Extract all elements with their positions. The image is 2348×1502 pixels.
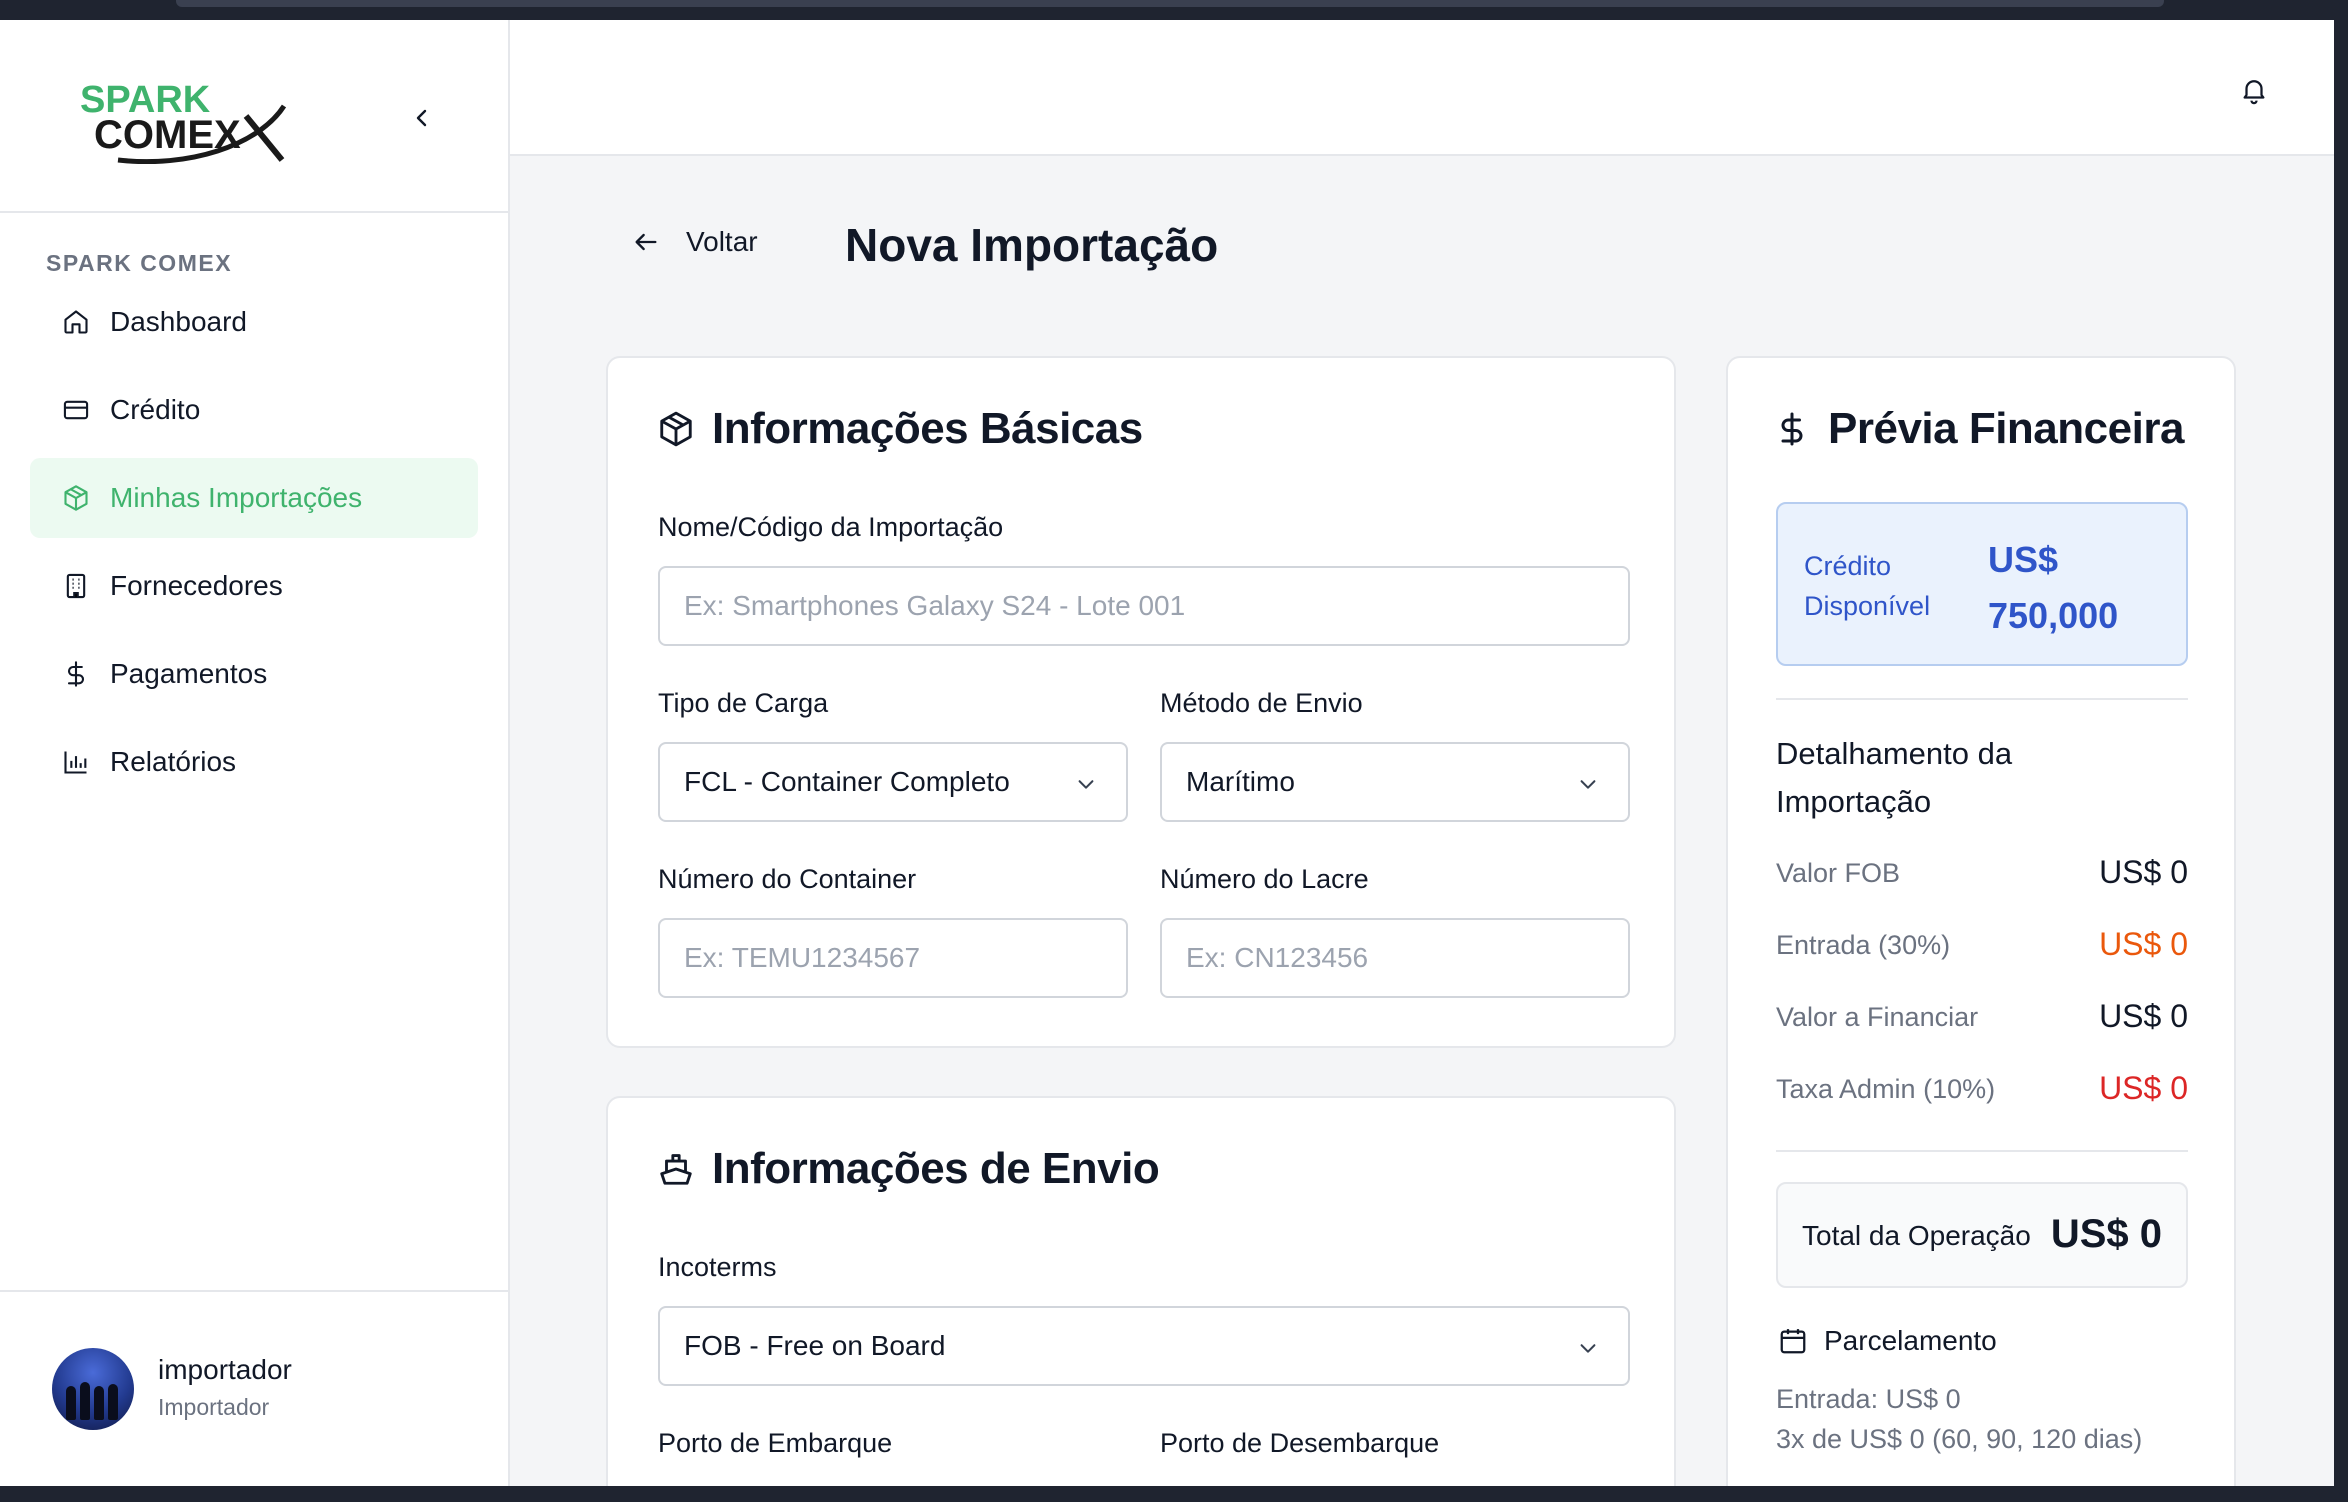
import-name-label: Nome/Código da Importação: [658, 512, 1004, 542]
row-label: Valor FOB: [1776, 858, 1901, 888]
sidebar: SPARK COMEX SPARK COMEX Dashboard Crédit…: [0, 20, 510, 1486]
port-origin-label: Porto de Embarque: [658, 1428, 893, 1458]
operation-total-box: Total da Operação US$ 0: [1776, 1182, 2188, 1288]
available-credit-label: Crédito Disponível: [1804, 551, 1931, 621]
divider: [1776, 698, 2188, 700]
collapse-sidebar-button[interactable]: [402, 98, 442, 138]
back-button[interactable]: Voltar: [630, 226, 758, 258]
sidebar-item-label: Crédito: [110, 394, 201, 425]
basic-info-title-text: Informações Básicas: [712, 404, 1143, 453]
installments-title-text: Parcelamento: [1824, 1325, 1997, 1356]
admin-fee-row: Taxa Admin (10%) US$ 0: [1776, 1070, 2188, 1110]
import-detail-title: Detalhamento da Importação: [1776, 736, 2013, 819]
installments-title: Parcelamento: [1776, 1324, 1997, 1358]
incoterms-value: FOB - Free on Board: [684, 1330, 946, 1361]
sidebar-header: SPARK COMEX: [0, 20, 508, 213]
home-icon: [60, 306, 92, 338]
available-credit-box: Crédito Disponível US$ 750,000: [1776, 502, 2188, 666]
cargo-type-select[interactable]: FCL - Container Completo: [658, 742, 1128, 822]
shipping-info-card: Informações de Envio Incoterms FOB - Fre…: [606, 1096, 1676, 1502]
browser-top-strip: [0, 0, 2348, 20]
calendar-icon: [1776, 1324, 1810, 1358]
package-icon: [656, 409, 696, 449]
notifications-button[interactable]: [2234, 70, 2274, 110]
installments-schedule: 3x de US$ 0 (60, 90, 120 dias): [1776, 1424, 2143, 1454]
row-value: US$ 0: [2099, 998, 2188, 1034]
sidebar-item-label: Dashboard: [110, 306, 247, 337]
dollar-icon: [1772, 409, 1812, 449]
arrow-left-icon: [630, 226, 662, 258]
sidebar-item-relatorios[interactable]: Relatórios: [30, 722, 478, 802]
cargo-type-label: Tipo de Carga: [658, 688, 829, 718]
chevron-left-icon: [416, 109, 427, 127]
avatar[interactable]: [52, 1348, 134, 1430]
chevron-down-icon: [1574, 1334, 1602, 1362]
sidebar-section-label: SPARK COMEX: [46, 250, 233, 276]
container-number-label: Número do Container: [658, 864, 917, 894]
installments-down-payment: Entrada: US$ 0: [1776, 1384, 1961, 1414]
down-payment-row: Entrada (30%) US$ 0: [1776, 926, 2188, 966]
row-value: US$ 0: [2099, 926, 2188, 962]
window-right-frame: [2334, 0, 2348, 1502]
row-label: Valor a Financiar: [1776, 1002, 1979, 1032]
sidebar-item-label: Pagamentos: [110, 658, 268, 689]
port-destination-label: Porto de Desembarque: [1160, 1428, 1440, 1458]
sidebar-item-label: Fornecedores: [110, 570, 283, 601]
financial-preview-title-text: Prévia Financeira: [1828, 404, 2184, 453]
browser-tab-bar: [176, 0, 2164, 7]
page-title: Nova Importação: [845, 219, 1219, 271]
dollar-icon: [60, 658, 92, 690]
user-profile[interactable]: importador Importador: [0, 1290, 510, 1486]
cargo-type-value: FCL - Container Completo: [684, 766, 1010, 797]
shipping-method-label: Método de Envio: [1160, 688, 1363, 718]
sidebar-item-credito[interactable]: Crédito: [30, 370, 478, 450]
back-label: Voltar: [686, 226, 758, 257]
operation-total-value: US$ 0: [2050, 1212, 2162, 1256]
topbar: [510, 20, 2334, 156]
available-credit-value: US$ 750,000: [1988, 539, 2119, 636]
container-number-input[interactable]: [658, 918, 1128, 998]
sidebar-item-pagamentos[interactable]: Pagamentos: [30, 634, 478, 714]
bar-chart-icon: [60, 746, 92, 778]
incoterms-label: Incoterms: [658, 1252, 777, 1282]
chevron-down-icon: [1574, 770, 1602, 798]
chevron-down-icon: [1072, 770, 1100, 798]
sidebar-item-fornecedores[interactable]: Fornecedores: [30, 546, 478, 626]
financial-preview-title: Prévia Financeira: [1772, 404, 2184, 454]
sidebar-item-dashboard[interactable]: Dashboard: [30, 282, 478, 362]
financial-preview-card: Prévia Financeira Crédito Disponível US$…: [1726, 356, 2236, 1502]
shipping-method-value: Marítimo: [1186, 766, 1295, 797]
shipping-info-title: Informações de Envio: [656, 1144, 1160, 1194]
user-name: importador: [158, 1354, 292, 1385]
package-icon: [60, 482, 92, 514]
bell-icon: [2243, 80, 2265, 105]
ship-icon: [656, 1149, 696, 1189]
basic-info-card: Informações Básicas Nome/Código da Impor…: [606, 356, 1676, 1048]
credit-card-icon: [60, 394, 92, 426]
import-name-input[interactable]: [658, 566, 1630, 646]
row-value: US$ 0: [2099, 1070, 2188, 1106]
row-label: Entrada (30%): [1776, 930, 1951, 960]
shipping-info-title-text: Informações de Envio: [712, 1144, 1160, 1193]
operation-total-label: Total da Operação: [1802, 1220, 2031, 1251]
divider: [1776, 1150, 2188, 1152]
basic-info-title: Informações Básicas: [656, 404, 1143, 454]
sidebar-item-label: Relatórios: [110, 746, 237, 777]
incoterms-select[interactable]: FOB - Free on Board: [658, 1306, 1630, 1386]
row-value: US$ 0: [2099, 854, 2188, 890]
building-icon: [60, 570, 92, 602]
seal-number-label: Número do Lacre: [1160, 864, 1369, 894]
seal-number-input[interactable]: [1160, 918, 1630, 998]
fob-value-row: Valor FOB US$ 0: [1776, 854, 2188, 894]
window-bottom-frame: [0, 1486, 2348, 1502]
shipping-method-select[interactable]: Marítimo: [1160, 742, 1630, 822]
sidebar-item-minhas-importacoes[interactable]: Minhas Importações: [30, 458, 478, 538]
financed-value-row: Valor a Financiar US$ 0: [1776, 998, 2188, 1038]
spark-comex-logo[interactable]: SPARK COMEX: [78, 76, 290, 164]
sidebar-nav: Dashboard Crédito Minhas Importações For…: [30, 282, 478, 810]
row-label: Taxa Admin (10%): [1776, 1074, 1996, 1104]
user-role: Importador: [158, 1394, 270, 1420]
sidebar-item-label: Minhas Importações: [110, 482, 363, 513]
